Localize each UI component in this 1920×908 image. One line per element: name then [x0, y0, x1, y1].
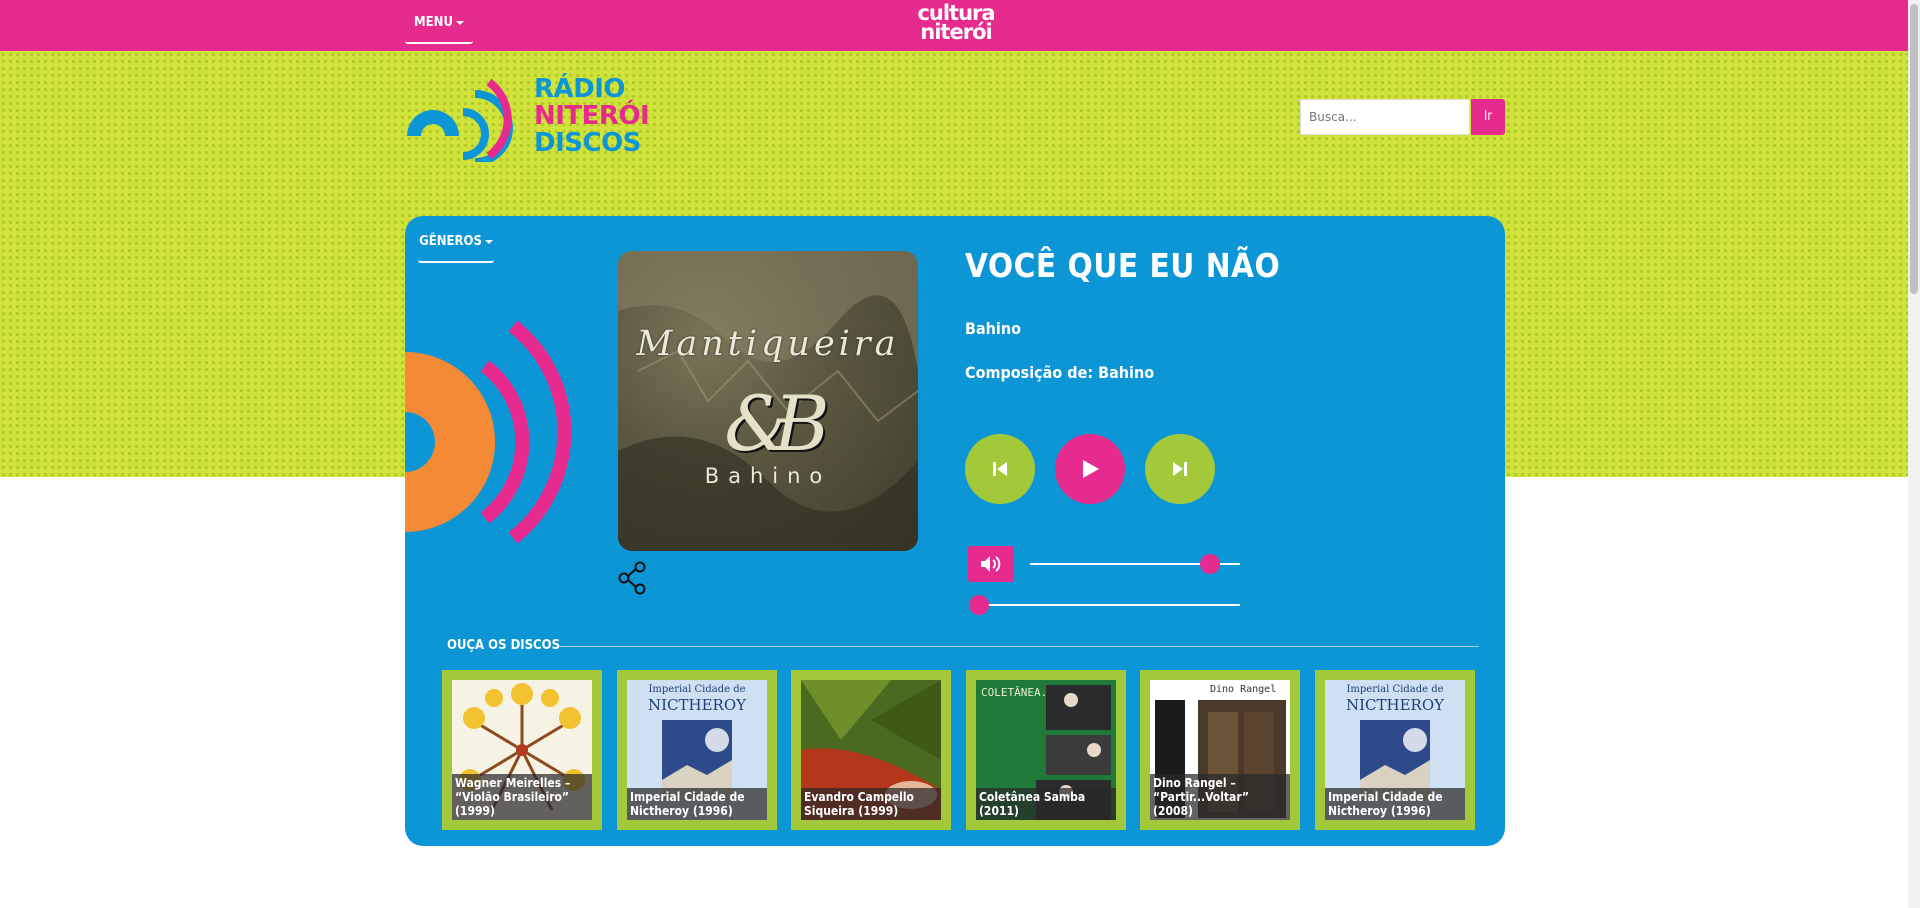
radio-niteroi-discos-logo[interactable]: RÁDIO NITERÓI DISCOS [405, 74, 665, 166]
disc-card[interactable]: Evandro Campello Siqueira (1999) [791, 670, 951, 830]
logo-line-discos: DISCOS [534, 128, 641, 158]
scrollbar-thumb[interactable] [1910, 4, 1918, 294]
player-panel: GÊNEROS Mantiqueira &B Bahino VOCÊ QUE E… [405, 216, 1505, 846]
disc-caption: Coletânea Samba (2011) [976, 788, 1116, 820]
page-scrollbar[interactable] [1908, 0, 1920, 908]
share-icon [618, 561, 646, 595]
mute-button[interactable] [968, 546, 1014, 582]
progress-slider-track[interactable] [975, 604, 1240, 606]
artist-name: Bahino [965, 319, 1021, 338]
cover-title-text: Mantiqueira [636, 324, 900, 364]
play-icon [1083, 460, 1099, 478]
radio-waves-logo-icon [407, 78, 513, 166]
next-track-button[interactable] [1145, 434, 1215, 504]
logo-text: RÁDIO NITERÓI DISCOS [534, 74, 650, 158]
disc-caption: Dino Rangel – “Partir...Voltar” (2008) [1150, 774, 1290, 820]
cultura-niteroi-logo[interactable]: cultura niterói [906, 3, 1006, 48]
menu-label: MENU [414, 15, 453, 30]
discos-carousel: Wagner Meirelles – “Violão Brasileiro” (… [442, 670, 1482, 830]
top-navbar: MENU cultura niterói [0, 0, 1908, 51]
disc-caption: Wagner Meirelles – “Violão Brasileiro” (… [452, 774, 592, 820]
caret-down-icon [455, 20, 464, 25]
cover-monogram: &B [724, 379, 830, 468]
search-form: Ir [1300, 99, 1505, 135]
search-submit-button[interactable]: Ir [1471, 99, 1505, 135]
genres-dropdown-button[interactable]: GÊNEROS [418, 229, 494, 263]
disc-card[interactable]: Imperial Cidade de NICTHEROY Imperial Ci… [1315, 670, 1475, 830]
genres-label: GÊNEROS [419, 234, 482, 249]
logo-line-radio: RÁDIO [534, 74, 626, 104]
song-title: VOCÊ QUE EU NÃO [965, 246, 1281, 285]
disc-caption: Imperial Cidade de Nictheroy (1996) [627, 788, 767, 820]
discos-divider [559, 646, 1479, 647]
disc-caption: Evandro Campello Siqueira (1999) [801, 788, 941, 820]
brand-line-2: niterói [920, 20, 992, 44]
skip-previous-icon [993, 462, 1007, 476]
disc-card[interactable]: Dino Rangel Dino Rangel – “Partir...Volt… [1140, 670, 1300, 830]
search-input[interactable] [1300, 99, 1470, 135]
disc-card[interactable]: Imperial Cidade de NICTHEROY Imperial Ci… [617, 670, 777, 830]
album-cover: Mantiqueira &B Bahino [618, 251, 918, 551]
discos-heading: OUÇA OS DISCOS [447, 638, 561, 653]
disc-card[interactable]: COLETÂNEA. Coletânea Samba (2011) [966, 670, 1126, 830]
volume-icon [981, 556, 1001, 572]
volume-slider-thumb[interactable] [1200, 554, 1220, 574]
previous-track-button[interactable] [965, 434, 1035, 504]
share-button[interactable] [618, 561, 648, 595]
skip-next-icon [1173, 462, 1187, 476]
disc-caption: Imperial Cidade de Nictheroy (1996) [1325, 788, 1465, 820]
logo-line-niteroi: NITERÓI [534, 101, 650, 131]
cover-artist-text: Bahino [704, 464, 832, 488]
play-button[interactable] [1055, 434, 1125, 504]
radio-waves-decoration [405, 320, 572, 544]
progress-slider-thumb[interactable] [969, 595, 989, 615]
composer-text: Composição de: Bahino [965, 363, 1155, 382]
caret-down-icon [484, 239, 493, 244]
disc-card[interactable]: Wagner Meirelles – “Violão Brasileiro” (… [442, 670, 602, 830]
menu-dropdown-button[interactable]: MENU [405, 10, 473, 44]
